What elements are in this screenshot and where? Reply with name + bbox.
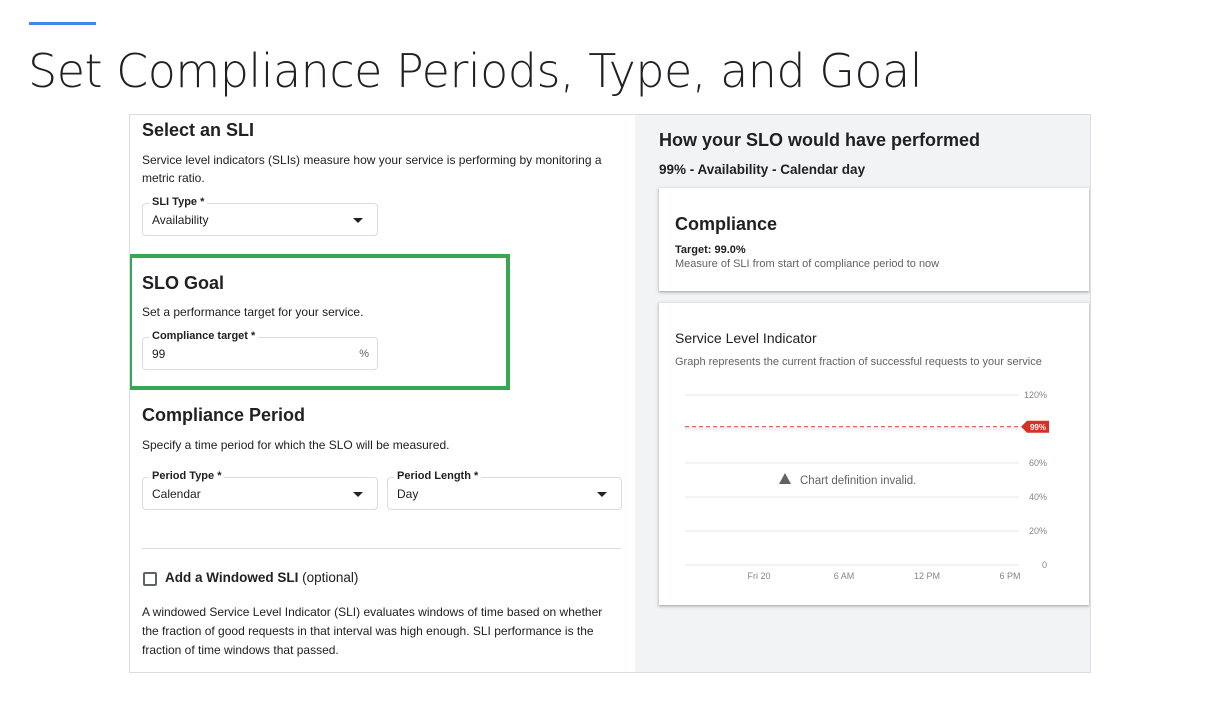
period-length-label: Period Length * bbox=[394, 470, 482, 482]
chart-warning-text: Chart definition invalid. bbox=[800, 475, 916, 487]
compliance-target-label: Compliance target * bbox=[149, 330, 259, 342]
windowed-sli-checkbox[interactable] bbox=[143, 572, 157, 586]
chart-x-tick-label: 12 PM bbox=[914, 571, 940, 581]
slo-goal-heading: SLO Goal bbox=[142, 273, 225, 293]
chart-x-tick-label: 6 AM bbox=[834, 571, 855, 581]
sli-type-value: Availability bbox=[152, 213, 209, 227]
slo-preview-panel: How your SLO would have performed 99% - … bbox=[635, 115, 1090, 672]
compliance-period-description: Specify a time period for which the SLO … bbox=[142, 438, 450, 452]
period-length-value: Day bbox=[397, 487, 419, 501]
title-accent-line bbox=[29, 22, 96, 25]
slo-form-panel: Select an SLI Service level indicators (… bbox=[130, 115, 635, 672]
chevron-down-icon bbox=[597, 492, 607, 497]
threshold-label: 99% bbox=[1030, 423, 1046, 432]
windowed-sli-label[interactable]: Add a Windowed SLI (optional) bbox=[165, 570, 358, 585]
chart-x-tick-label: Fri 20 bbox=[747, 571, 770, 581]
sli-description: Service level indicators (SLIs) measure … bbox=[142, 153, 602, 185]
compliance-target-text: Target: 99.0% bbox=[675, 244, 746, 256]
period-type-label: Period Type * bbox=[149, 470, 225, 482]
compliance-target-value: 99 bbox=[152, 347, 166, 361]
slo-goal-description: Set a performance target for your servic… bbox=[142, 305, 364, 319]
period-type-select[interactable]: Period Type * Calendar bbox=[142, 470, 378, 510]
windowed-sli-label-optional: (optional) bbox=[298, 570, 359, 585]
section-divider bbox=[142, 548, 621, 549]
chart-y-tick-label: 120% bbox=[1024, 390, 1047, 400]
sli-heading: Select an SLI bbox=[142, 120, 255, 140]
preview-heading: How your SLO would have performed bbox=[659, 130, 981, 150]
compliance-card-description: Measure of SLI from start of compliance … bbox=[675, 258, 940, 270]
sli-type-select[interactable]: SLI Type * Availability bbox=[142, 196, 378, 236]
sli-type-label: SLI Type * bbox=[149, 196, 208, 208]
sli-chart-card: Service Level Indicator Graph represents… bbox=[659, 303, 1089, 605]
windowed-sli-description: A windowed Service Level Indicator (SLI)… bbox=[142, 605, 603, 657]
chart-y-tick-label: 20% bbox=[1029, 526, 1047, 536]
percent-suffix: % bbox=[359, 348, 369, 360]
period-length-select[interactable]: Period Length * Day bbox=[387, 470, 622, 510]
warning-icon bbox=[779, 473, 791, 484]
compliance-period-heading: Compliance Period bbox=[142, 405, 306, 425]
compliance-card-title: Compliance bbox=[675, 214, 778, 234]
compliance-target-input[interactable]: Compliance target * 99 % bbox=[142, 330, 378, 370]
slo-editor-screenshot: Select an SLI Service level indicators (… bbox=[129, 114, 1091, 673]
chevron-down-icon bbox=[353, 218, 363, 223]
windowed-sli-label-bold: Add a Windowed SLI bbox=[165, 570, 299, 585]
chart-y-tick-label: 60% bbox=[1029, 458, 1047, 468]
chart-y-tick-label: 0 bbox=[1042, 560, 1047, 570]
chart-x-tick-label: 6 PM bbox=[999, 571, 1020, 581]
chevron-down-icon bbox=[353, 492, 363, 497]
slide-title: Set Compliance Periods, Type, and Goal bbox=[28, 44, 923, 98]
chart-y-tick-label: 40% bbox=[1029, 492, 1047, 502]
sli-chart: 120%80%60%40%20%0Fri 206 AM12 PM6 PM99%C… bbox=[685, 390, 1049, 581]
preview-subheading: 99% - Availability - Calendar day bbox=[659, 162, 866, 177]
compliance-card: Compliance Target: 99.0% Measure of SLI … bbox=[659, 188, 1089, 291]
period-type-value: Calendar bbox=[152, 487, 201, 501]
